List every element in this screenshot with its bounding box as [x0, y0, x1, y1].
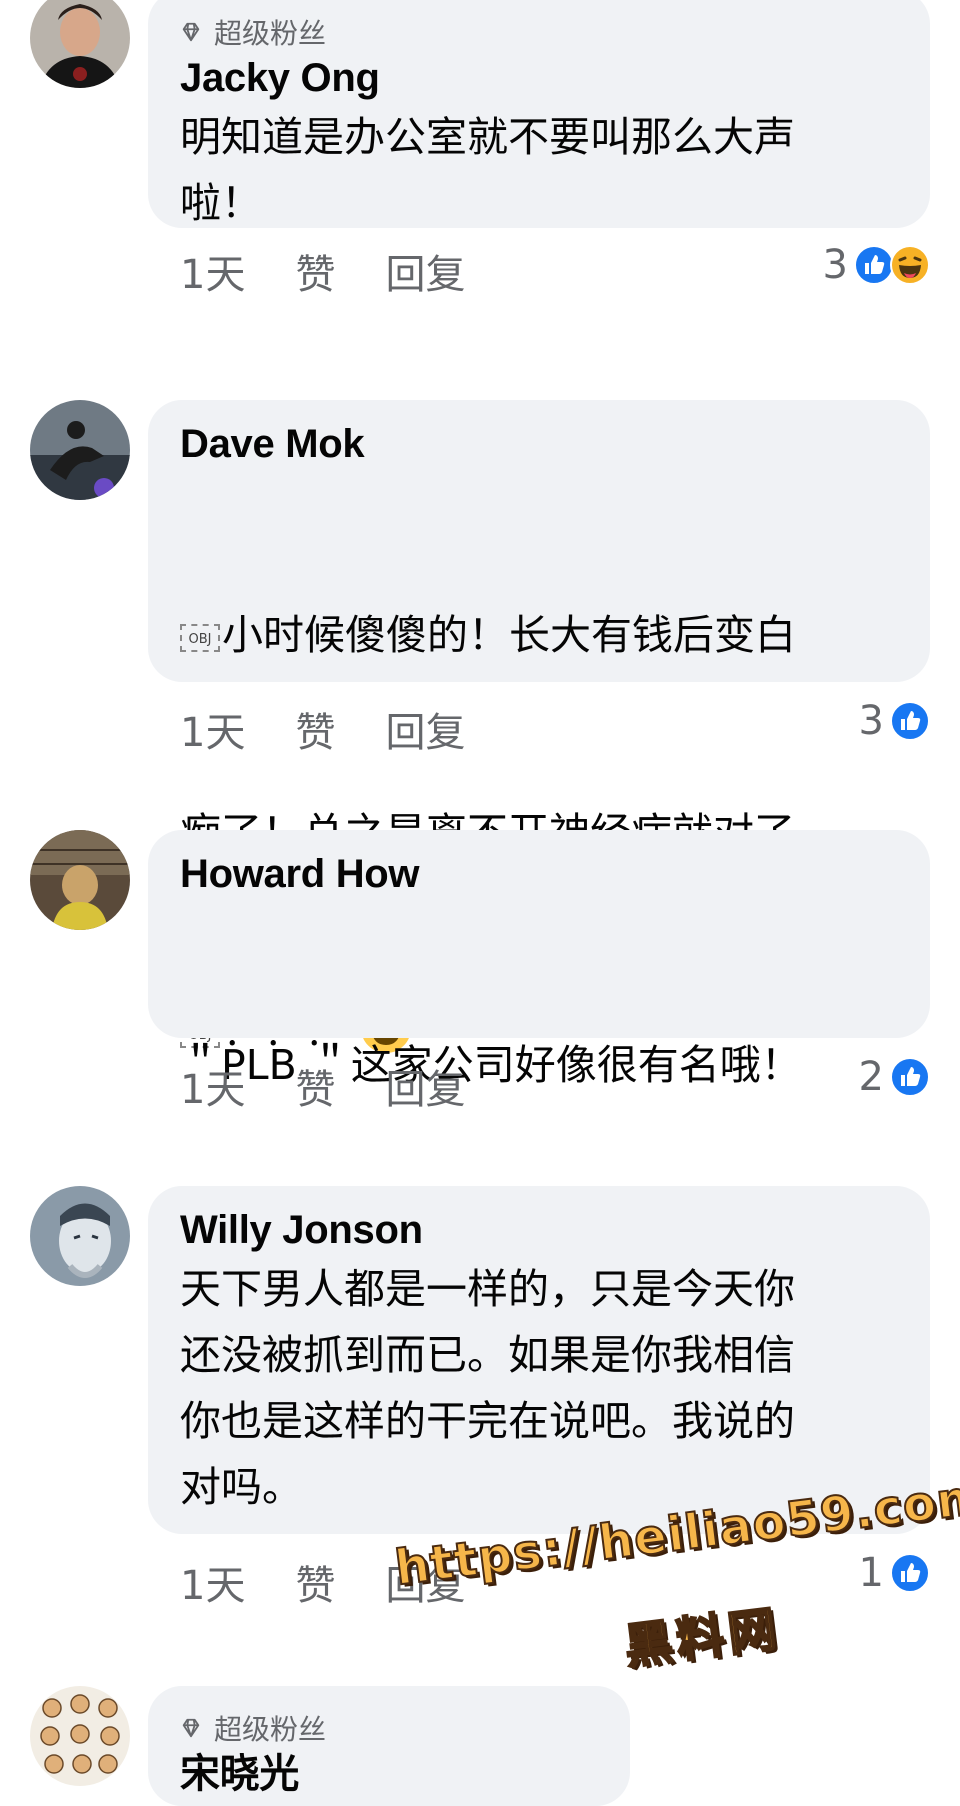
like-button[interactable]: 赞	[295, 1553, 335, 1611]
comment-bubble: 超级粉丝 宋晓光	[148, 1686, 630, 1806]
avatar[interactable]	[30, 830, 130, 930]
diamond-icon	[182, 1718, 200, 1738]
watermark-site-name: 黑料网	[620, 1600, 784, 1677]
comment-author[interactable]: Dave Mok	[180, 418, 898, 470]
comment-time[interactable]: 1天	[180, 242, 245, 300]
reaction-summary[interactable]: 3	[859, 698, 930, 744]
comment-author[interactable]: Willy Jonson	[180, 1204, 898, 1256]
reaction-summary[interactable]: 3	[823, 242, 930, 288]
badge-label: 超级粉丝	[214, 17, 327, 50]
comment-author[interactable]: 宋晓光	[180, 1748, 598, 1800]
comment-actions: 1天 赞 回复	[180, 1057, 515, 1115]
top-fan-badge: 超级粉丝	[180, 1708, 598, 1748]
like-icon	[854, 245, 894, 285]
comment-time[interactable]: 1天	[180, 1057, 245, 1115]
top-fan-badge: 超级粉丝	[180, 12, 898, 52]
comment-text: 天下男人都是一样的，只是今天你 还没被抓到而已。如果是你我相信 你也是这样的干完…	[180, 1265, 795, 1511]
reply-button[interactable]: 回复	[385, 242, 465, 300]
comment-actions: 1天 赞 回复	[180, 242, 515, 300]
reaction-count: 3	[822, 242, 848, 288]
like-button[interactable]: 赞	[295, 1057, 335, 1115]
like-icon	[890, 1057, 930, 1097]
like-button[interactable]: 赞	[295, 700, 335, 758]
comment-time[interactable]: 1天	[180, 700, 245, 758]
diamond-icon	[182, 22, 200, 42]
reply-button[interactable]: 回复	[385, 700, 465, 758]
comment-bubble: Howard How ＂PLB ＂这家公司好像很有名哦！	[148, 830, 930, 1285]
comment-actions: 1天 赞 回复	[180, 700, 515, 758]
avatar[interactable]	[30, 0, 130, 88]
comment-author[interactable]: Jacky Ong	[180, 52, 898, 104]
reaction-count: 1	[858, 1550, 884, 1596]
reaction-summary[interactable]: 2	[859, 1054, 930, 1100]
reaction-count: 2	[858, 1054, 884, 1100]
like-icon	[890, 701, 930, 741]
object-placeholder: OBJ	[180, 624, 220, 652]
comment-author[interactable]: Howard How	[180, 848, 898, 900]
reaction-count: 3	[858, 698, 884, 744]
like-button[interactable]: 赞	[295, 242, 335, 300]
badge-label: 超级粉丝	[214, 1713, 327, 1746]
comment-bubble: Dave Mok OBJ小时候傻傻的！长大有钱后变白 痴了！总之是离不开神经病就…	[148, 400, 930, 1055]
avatar[interactable]	[30, 1686, 130, 1786]
avatar[interactable]	[30, 400, 130, 500]
comment-text: 明知道是办公室就不要叫那么大声 啦！	[180, 113, 795, 227]
avatar[interactable]	[30, 1186, 130, 1286]
reply-button[interactable]: 回复	[385, 1057, 465, 1115]
haha-icon	[890, 245, 930, 285]
like-icon	[890, 1553, 930, 1593]
comment-bubble: Willy Jonson 天下男人都是一样的，只是今天你 还没被抓到而已。如果是…	[148, 1186, 930, 1534]
reaction-summary[interactable]: 1	[859, 1550, 930, 1596]
comment-bubble: 超级粉丝 Jacky Ong 明知道是办公室就不要叫那么大声 啦！	[148, 0, 930, 228]
comment-time[interactable]: 1天	[180, 1553, 245, 1611]
